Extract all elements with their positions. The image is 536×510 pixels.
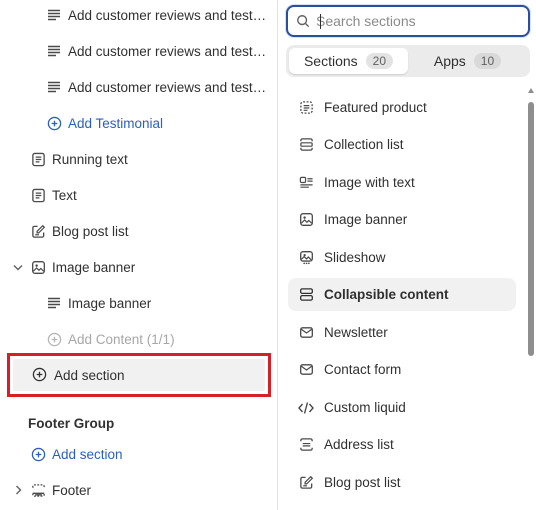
section-option-label: Blog post list	[324, 475, 401, 490]
add-section-popover: Sections 20 Apps 10 Featured product Col…	[278, 0, 536, 510]
section-option-label: Featured product	[324, 100, 427, 115]
tree-item-text[interactable]: Text	[0, 181, 277, 209]
tree-item-label: Add customer reviews and testimonials	[68, 79, 268, 95]
search-icon	[296, 14, 310, 28]
section-option-blog-post-list[interactable]: Blog post list	[288, 466, 516, 499]
edit-note-icon	[298, 475, 314, 491]
section-option-collection-list[interactable]: Collection list	[288, 128, 516, 161]
collapsible-icon	[298, 287, 314, 303]
scrollbar[interactable]	[528, 88, 534, 510]
section-option-label: Image with text	[324, 175, 415, 190]
collection-list-icon	[298, 137, 314, 153]
section-text-icon	[30, 151, 46, 167]
layout-footer-icon	[30, 482, 46, 498]
tree-item-block[interactable]: Add customer reviews and testimonials	[0, 37, 277, 65]
section-option-slideshow[interactable]: Slideshow	[288, 241, 516, 274]
plus-circle-icon	[46, 115, 62, 131]
section-option-label: Custom liquid	[324, 400, 406, 415]
add-section-label: Add section	[54, 367, 125, 383]
featured-product-icon	[298, 100, 314, 116]
text-block-icon	[46, 43, 62, 59]
scroll-up-arrow-icon[interactable]	[528, 88, 534, 96]
add-content-label: Add Content (1/1)	[68, 331, 175, 347]
section-option-label: Slideshow	[324, 250, 386, 265]
plus-circle-icon	[46, 331, 62, 347]
tree-item-label: Add customer reviews and testimonials	[68, 7, 268, 23]
tree-item-blog-post-list[interactable]: Blog post list	[0, 217, 277, 245]
envelope-icon	[298, 325, 314, 341]
section-text-icon	[30, 187, 46, 203]
tab-label: Sections	[303, 53, 358, 69]
plus-circle-icon	[32, 367, 48, 383]
tree-item-image-banner[interactable]: Image banner	[0, 253, 277, 281]
section-option-featured-product[interactable]: Featured product	[288, 91, 516, 124]
image-with-text-icon	[298, 175, 314, 191]
tree-item-block[interactable]: Add customer reviews and testimonials	[0, 73, 277, 101]
code-icon	[298, 400, 314, 416]
section-option-label: Image banner	[324, 212, 408, 227]
section-option-collapsible-content[interactable]: Collapsible content	[288, 278, 516, 311]
search-input[interactable]	[316, 13, 516, 29]
tree-item-label: Add customer reviews and testimonials	[68, 43, 268, 59]
tree-item-label: Text	[52, 187, 77, 203]
section-option-label: Address list	[324, 437, 394, 452]
sections-tree-panel: Add customer reviews and testimonials Ad…	[0, 0, 277, 510]
section-option-label: Newsletter	[324, 325, 388, 340]
count-badge: 20	[365, 53, 394, 69]
section-option-newsletter[interactable]: Newsletter	[288, 316, 516, 349]
section-option-label: Collection list	[324, 137, 404, 152]
plus-circle-icon	[30, 446, 46, 462]
edit-note-icon	[30, 223, 46, 239]
add-testimonial-label: Add Testimonial	[68, 115, 164, 131]
tab-label: Apps	[433, 53, 466, 69]
section-tabs: Sections 20 Apps 10	[286, 45, 530, 77]
tree-item-footer[interactable]: Footer	[0, 476, 277, 504]
section-option-label: Collapsible content	[324, 287, 449, 302]
section-option-custom-liquid[interactable]: Custom liquid	[288, 391, 516, 424]
add-testimonial-button[interactable]: Add Testimonial	[0, 109, 277, 137]
tree-item-label: Footer	[52, 482, 92, 498]
section-option-label: Contact form	[324, 362, 402, 377]
text-block-icon	[46, 7, 62, 23]
add-section-label: Add section	[52, 446, 123, 462]
chevron-down-icon[interactable]	[11, 259, 25, 275]
image-icon	[298, 212, 314, 228]
tree-item-running-text[interactable]: Running text	[0, 145, 277, 173]
tree-item-label: Running text	[52, 151, 128, 167]
tree-item-label: Image banner	[68, 295, 152, 311]
envelope-icon	[298, 362, 314, 378]
scroll-thumb[interactable]	[528, 102, 534, 356]
tab-sections[interactable]: Sections 20	[289, 48, 408, 74]
tree-item-label: Blog post list	[52, 223, 129, 239]
text-cursor	[320, 14, 321, 29]
image-icon	[30, 259, 46, 275]
slideshow-icon	[298, 250, 314, 266]
section-option-contact-form[interactable]: Contact form	[288, 353, 516, 386]
tree-item-block[interactable]: Image banner	[0, 289, 277, 317]
text-block-icon	[46, 79, 62, 95]
group-heading-footer: Footer Group	[0, 409, 277, 437]
tab-apps[interactable]: Apps 10	[408, 48, 527, 74]
section-option-image-with-text[interactable]: Image with text	[288, 166, 516, 199]
add-section-button[interactable]: Add section	[0, 440, 277, 468]
highlight-box: Add section	[7, 353, 271, 397]
count-badge: 10	[473, 53, 502, 69]
chevron-right-icon[interactable]	[11, 482, 25, 498]
search-box[interactable]	[286, 5, 530, 37]
tree-item-label: Image banner	[52, 259, 136, 275]
section-option-address-list[interactable]: Address list	[288, 428, 516, 461]
address-list-icon	[298, 437, 314, 453]
section-option-image-banner[interactable]: Image banner	[288, 203, 516, 236]
text-block-icon	[46, 295, 62, 311]
tree-item-block[interactable]: Add customer reviews and testimonials	[0, 1, 277, 29]
add-section-button[interactable]: Add section	[13, 359, 265, 391]
add-content-button[interactable]: Add Content (1/1)	[0, 325, 277, 353]
group-heading-label: Footer Group	[28, 415, 115, 431]
